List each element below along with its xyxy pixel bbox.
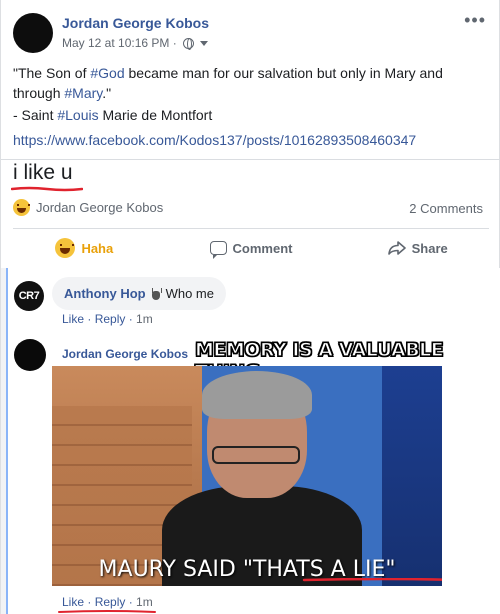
comment-bubble: Anthony Hop Who me [52,277,226,310]
quote-part-3: ." [102,85,112,101]
reply-link[interactable]: Reply [95,595,126,609]
share-button[interactable]: Share [334,230,500,266]
post-attribution: - Saint #Louis Marie de Montfort [13,107,212,123]
gif-person-glasses [212,446,300,464]
haha-button[interactable]: Haha [1,230,168,266]
divider [13,228,489,229]
chevron-down-icon[interactable] [199,40,208,46]
haha-emoji-icon [13,199,30,216]
commenter-name[interactable]: Jordan George Kobos [62,347,188,361]
comment-button[interactable]: Comment [168,230,335,266]
waving-hand-icon [150,287,162,300]
like-link[interactable]: Like [62,312,84,326]
share-icon [387,241,406,255]
attribution-part-1: - Saint [13,107,58,123]
more-options-icon[interactable]: ••• [464,10,486,31]
haha-label: Haha [81,240,114,256]
author-avatar[interactable] [13,13,53,53]
comment-actions: Like · Reply · 1m [62,312,153,326]
attribution-part-2: Marie de Montfort [98,107,213,123]
commenter-name[interactable]: Anthony Hop [64,286,146,301]
divider [1,159,500,160]
red-underline-scribble [58,610,156,613]
comment-time[interactable]: 1m [136,595,153,609]
red-underline-scribble [11,186,83,192]
hashtag-god[interactable]: #God [90,65,124,81]
action-bar: Haha Comment Share [1,230,500,266]
reactor-name: Jordan George Kobos [36,200,164,215]
post-text: "The Son of #God became man for our salv… [13,63,483,103]
post-timestamp[interactable]: May 12 at 10:16 PM · [62,36,177,50]
share-label: Share [411,240,448,256]
gif-background [382,366,442,586]
commenter-avatar[interactable]: CR7 [14,281,44,311]
comment-actions: Like · Reply · 1m [62,595,153,609]
quote-part-1: "The Son of [13,65,91,81]
post-author[interactable]: Jordan George Kobos [62,15,209,31]
post-meta: May 12 at 10:16 PM · [62,36,208,50]
hashtag-mary[interactable]: #Mary [64,85,102,101]
haha-emoji-icon [55,238,76,258]
globe-icon [182,37,194,50]
comment-icon [209,241,227,259]
like-link[interactable]: Like [62,595,84,609]
red-underline-scribble [302,578,442,582]
handwritten-annotation: i like u [13,161,73,184]
comment-label: Comment [232,240,293,256]
comment-text: Who me [165,286,214,301]
comments-count[interactable]: 2 Comments [409,201,483,216]
facebook-post: Jordan George Kobos May 12 at 10:16 PM ·… [0,0,500,614]
hashtag-louis[interactable]: #Louis [57,107,98,123]
comment-time[interactable]: 1m [136,312,153,326]
reply-link[interactable]: Reply [95,312,126,326]
commenter-avatar[interactable] [14,339,46,371]
gif-person-hair [202,371,312,419]
post-link[interactable]: https://www.facebook.com/Kodos137/posts/… [13,132,416,148]
reaction-summary[interactable]: Jordan George Kobos [13,199,163,216]
gif-image[interactable]: MAURY SAID "THATS A LIE" [52,366,442,586]
